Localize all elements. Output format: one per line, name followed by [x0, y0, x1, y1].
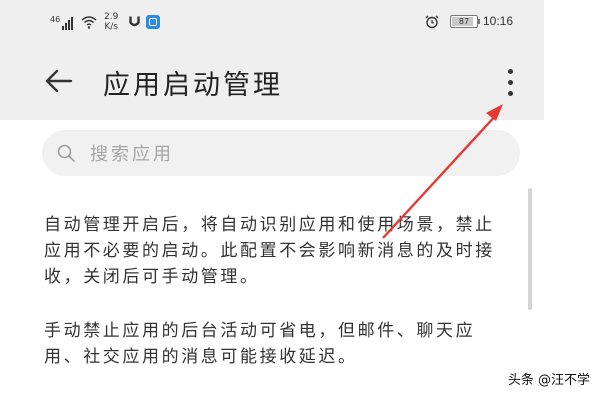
signal-icon — [62, 16, 73, 30]
app-icon — [146, 15, 160, 29]
search-icon — [57, 144, 75, 162]
u-icon — [129, 16, 140, 27]
battery-tip — [478, 19, 480, 24]
scrollbar[interactable] — [528, 188, 532, 310]
auto-manage-description: 自动管理开启后，将自动识别应用和使用场景，禁止应用不必要的启动。此配置不会影响新… — [44, 215, 495, 287]
battery-percent: 87 — [458, 17, 470, 26]
watermark: 头条 @汪不学 — [507, 373, 590, 388]
search-bar[interactable] — [42, 130, 520, 176]
more-vertical-icon[interactable] — [500, 63, 522, 103]
phone-screen: 46 2.9 K/s 87 10:16 应用启动管理 搜索应用 自动管理开启后，… — [0, 0, 544, 400]
clock: 10:16 — [483, 14, 514, 28]
search-input[interactable] — [88, 138, 492, 170]
alarm-icon — [425, 15, 439, 29]
network-speed-value: 2.9 — [104, 12, 119, 22]
status-bar: 46 2.9 K/s 87 10:16 — [0, 0, 544, 44]
manual-manage-description: 手动禁止应用的后台活动可省电，但邮件、聊天应用、社交应用的消息可能接收延迟。 — [44, 321, 476, 367]
network-speed-unit: K/s — [104, 22, 118, 32]
back-arrow-icon[interactable] — [44, 66, 74, 96]
network-speed: 2.9 K/s — [104, 12, 118, 32]
page-title: 应用启动管理 — [103, 70, 283, 101]
network-type-label: 46 — [50, 15, 61, 24]
wifi-icon — [81, 16, 97, 29]
battery-icon: 87 — [450, 15, 478, 28]
